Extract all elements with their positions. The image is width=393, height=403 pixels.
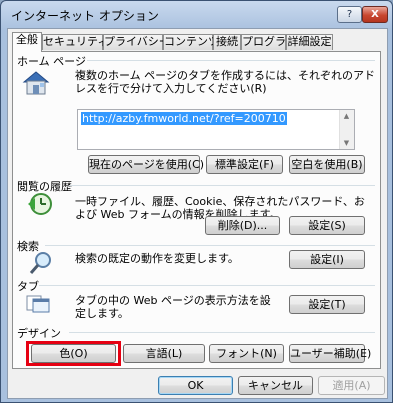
- design-divider: [69, 332, 375, 333]
- delete-history-button[interactable]: 削除(D)...: [205, 216, 280, 235]
- homepage-description: 複数のホーム ページのタブを作成するには、それぞれのアドレスを行で分けて入力して…: [75, 69, 375, 95]
- help-button[interactable]: ?: [337, 6, 362, 23]
- close-button[interactable]: X: [362, 6, 388, 23]
- internet-options-window: インターネット オプション ? X 全般 セキュリティ プライバシー コンテンツ…: [0, 0, 393, 403]
- history-settings-button[interactable]: 設定(S): [289, 216, 365, 235]
- tab-pages-icon: [26, 295, 50, 313]
- use-current-button[interactable]: 現在のページを使用(C): [88, 155, 204, 174]
- tab-privacy[interactable]: プライバシー: [103, 34, 170, 50]
- general-tab-panel: ホーム ページ 複数のホーム ページのタブを作成するには、それぞれのアドレスを行…: [12, 51, 381, 369]
- cancel-button[interactable]: キャンセル: [238, 376, 313, 395]
- tabs-divider: [39, 285, 375, 286]
- window-title: インターネット オプション: [11, 9, 159, 23]
- history-divider: [69, 185, 375, 186]
- fonts-button[interactable]: フォント(N): [209, 344, 284, 363]
- url-scrollbar[interactable]: ▲ ▼: [339, 110, 354, 149]
- apply-button[interactable]: 適用(A): [318, 376, 385, 395]
- title-bar[interactable]: インターネット オプション ? X: [1, 1, 392, 27]
- scroll-up-icon[interactable]: ▲: [340, 112, 353, 120]
- tab-general[interactable]: 全般: [12, 32, 42, 52]
- tab-connections[interactable]: 接続: [213, 34, 241, 50]
- search-settings-button[interactable]: 設定(I): [289, 250, 365, 269]
- house-icon: [22, 71, 50, 95]
- use-default-button[interactable]: 標準設定(F): [206, 155, 283, 174]
- magnifier-icon: [29, 252, 51, 274]
- tabs-description: タブの中の Web ページの表示方法を設定します。: [75, 294, 271, 320]
- search-divider: [45, 245, 375, 246]
- languages-button[interactable]: 言語(L): [123, 344, 205, 363]
- tab-advanced[interactable]: 詳細設定: [286, 34, 333, 50]
- tab-security[interactable]: セキュリティ: [42, 34, 108, 50]
- homepage-url-text: http://azby.fmworld.net/?ref=200710: [81, 112, 287, 125]
- homepage-divider: [87, 60, 375, 61]
- design-heading: デザイン: [17, 327, 61, 340]
- tab-content[interactable]: コンテンツ: [163, 34, 219, 50]
- ok-button[interactable]: OK: [158, 376, 233, 395]
- tab-programs[interactable]: プログラム: [241, 34, 297, 50]
- search-description: 検索の既定の動作を変更します。: [75, 252, 239, 265]
- tabs-settings-button[interactable]: 設定(T): [289, 295, 365, 314]
- scroll-down-icon[interactable]: ▼: [340, 139, 353, 147]
- homepage-url-textarea[interactable]: http://azby.fmworld.net/?ref=200710 ▲ ▼: [77, 109, 355, 150]
- dialog-client-area: 全般 セキュリティ プライバシー コンテンツ 接続 プログラム 詳細設定 ホーム…: [7, 28, 388, 399]
- colors-button[interactable]: 色(O): [31, 344, 116, 363]
- accessibility-button[interactable]: ユーザー補助(E): [289, 344, 371, 363]
- use-blank-button[interactable]: 空白を使用(B): [289, 155, 365, 174]
- green-clock-arrow-icon: [28, 193, 52, 215]
